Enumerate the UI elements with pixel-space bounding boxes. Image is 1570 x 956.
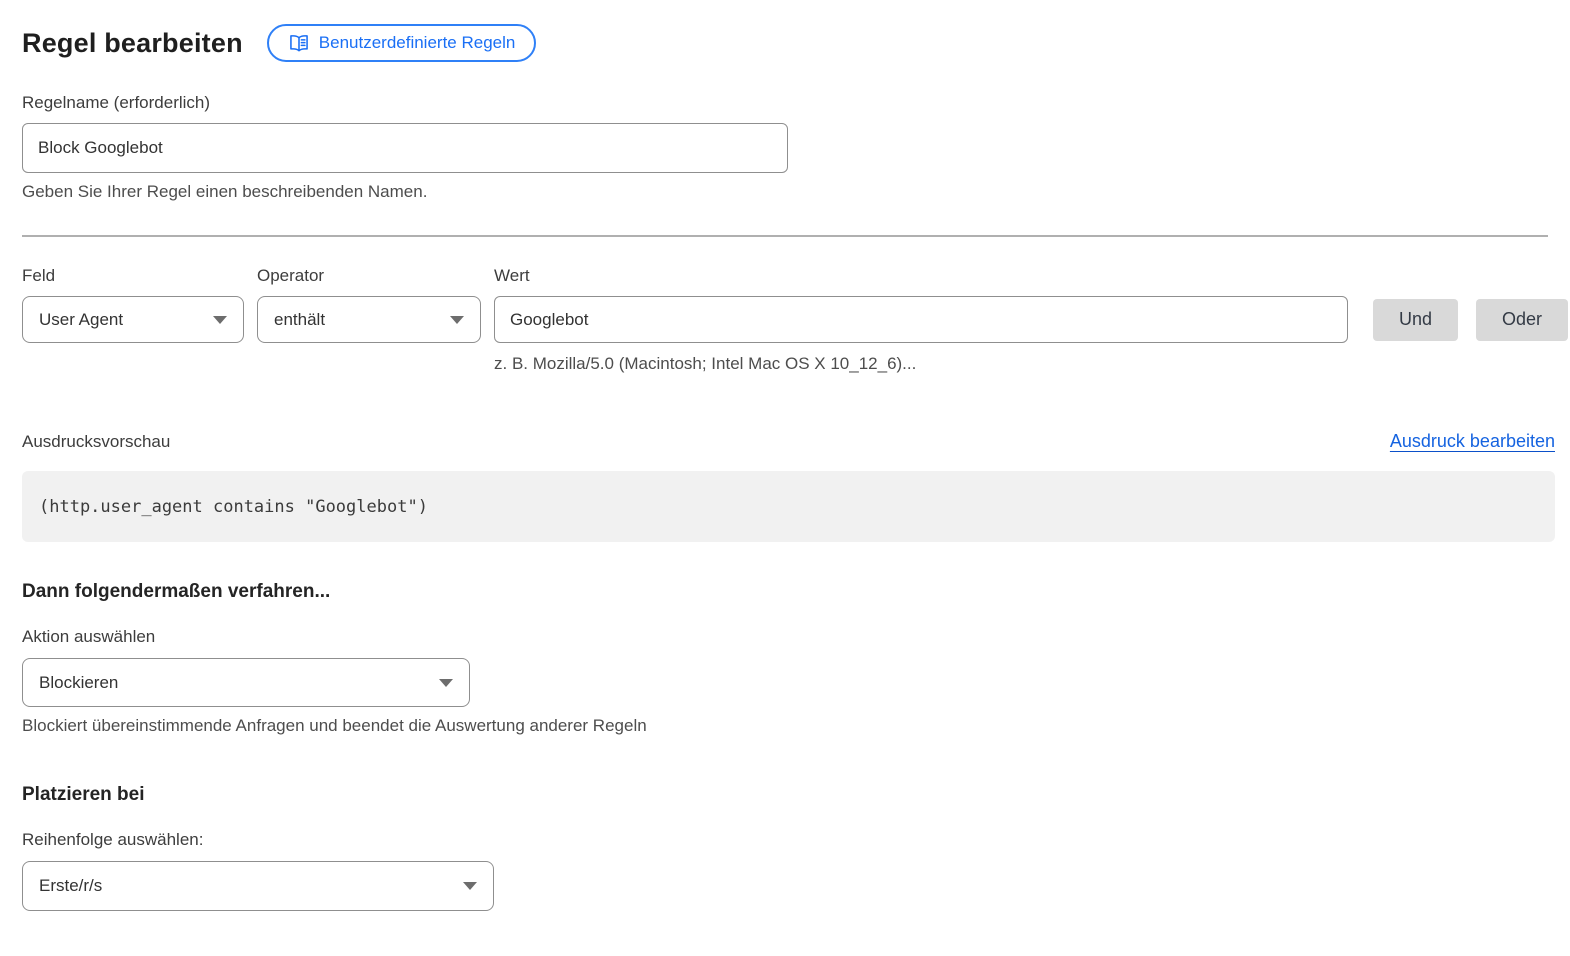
section-divider [22, 235, 1548, 237]
edit-expression-link[interactable]: Ausdruck bearbeiten [1390, 431, 1555, 452]
field-column: Feld User Agent [22, 266, 244, 343]
field-select-value: User Agent [39, 310, 123, 330]
rule-name-helper: Geben Sie Ihrer Regel einen beschreibend… [22, 182, 1555, 202]
and-button[interactable]: Und [1373, 299, 1458, 341]
chevron-down-icon [450, 316, 464, 324]
action-helper: Blockiert übereinstimmende Anfragen und … [22, 716, 1555, 736]
action-section: Dann folgendermaßen verfahren... Aktion … [22, 581, 1555, 736]
operator-select[interactable]: enthält [257, 296, 481, 343]
value-helper: z. B. Mozilla/5.0 (Macintosh; Intel Mac … [494, 354, 1348, 374]
value-label: Wert [494, 266, 1348, 286]
operator-label: Operator [257, 266, 481, 286]
page-header: Regel bearbeiten Benutzerdefinierte Rege… [22, 24, 1555, 62]
value-input[interactable] [494, 296, 1348, 343]
page-title: Regel bearbeiten [22, 28, 243, 59]
action-label: Aktion auswählen [22, 627, 1555, 647]
condition-row: Feld User Agent Operator enthält Wert z.… [22, 266, 1555, 374]
rule-name-label: Regelname (erforderlich) [22, 93, 1555, 113]
docs-badge-label: Benutzerdefinierte Regeln [319, 33, 516, 53]
operator-select-value: enthält [274, 310, 325, 330]
rule-edit-page: Regel bearbeiten Benutzerdefinierte Rege… [0, 0, 1570, 911]
chevron-down-icon [439, 679, 453, 687]
order-label: Reihenfolge auswählen: [22, 830, 1555, 850]
value-column: Wert z. B. Mozilla/5.0 (Macintosh; Intel… [494, 266, 1348, 374]
action-select-value: Blockieren [39, 673, 118, 693]
field-label: Feld [22, 266, 244, 286]
action-heading: Dann folgendermaßen verfahren... [22, 581, 1555, 603]
operator-column: Operator enthält [257, 266, 481, 343]
order-select-value: Erste/r/s [39, 876, 102, 896]
action-select[interactable]: Blockieren [22, 658, 470, 707]
chevron-down-icon [213, 316, 227, 324]
placement-heading: Platzieren bei [22, 784, 1555, 806]
or-button[interactable]: Oder [1476, 299, 1568, 341]
chevron-down-icon [463, 882, 477, 890]
rule-name-input[interactable] [22, 123, 788, 173]
rule-name-section: Regelname (erforderlich) Geben Sie Ihrer… [22, 93, 1555, 202]
logic-buttons: Und Oder [1373, 296, 1568, 343]
custom-rules-docs-badge[interactable]: Benutzerdefinierte Regeln [267, 24, 537, 62]
order-select[interactable]: Erste/r/s [22, 861, 494, 911]
open-book-icon [288, 32, 310, 54]
expression-header-row: Ausdrucksvorschau Ausdruck bearbeiten [22, 431, 1555, 452]
placement-section: Platzieren bei Reihenfolge auswählen: Er… [22, 784, 1555, 911]
field-select[interactable]: User Agent [22, 296, 244, 343]
expression-preview-label: Ausdrucksvorschau [22, 432, 170, 452]
expression-preview-box: (http.user_agent contains "Googlebot") [22, 471, 1555, 542]
expression-code: (http.user_agent contains "Googlebot") [39, 497, 428, 517]
